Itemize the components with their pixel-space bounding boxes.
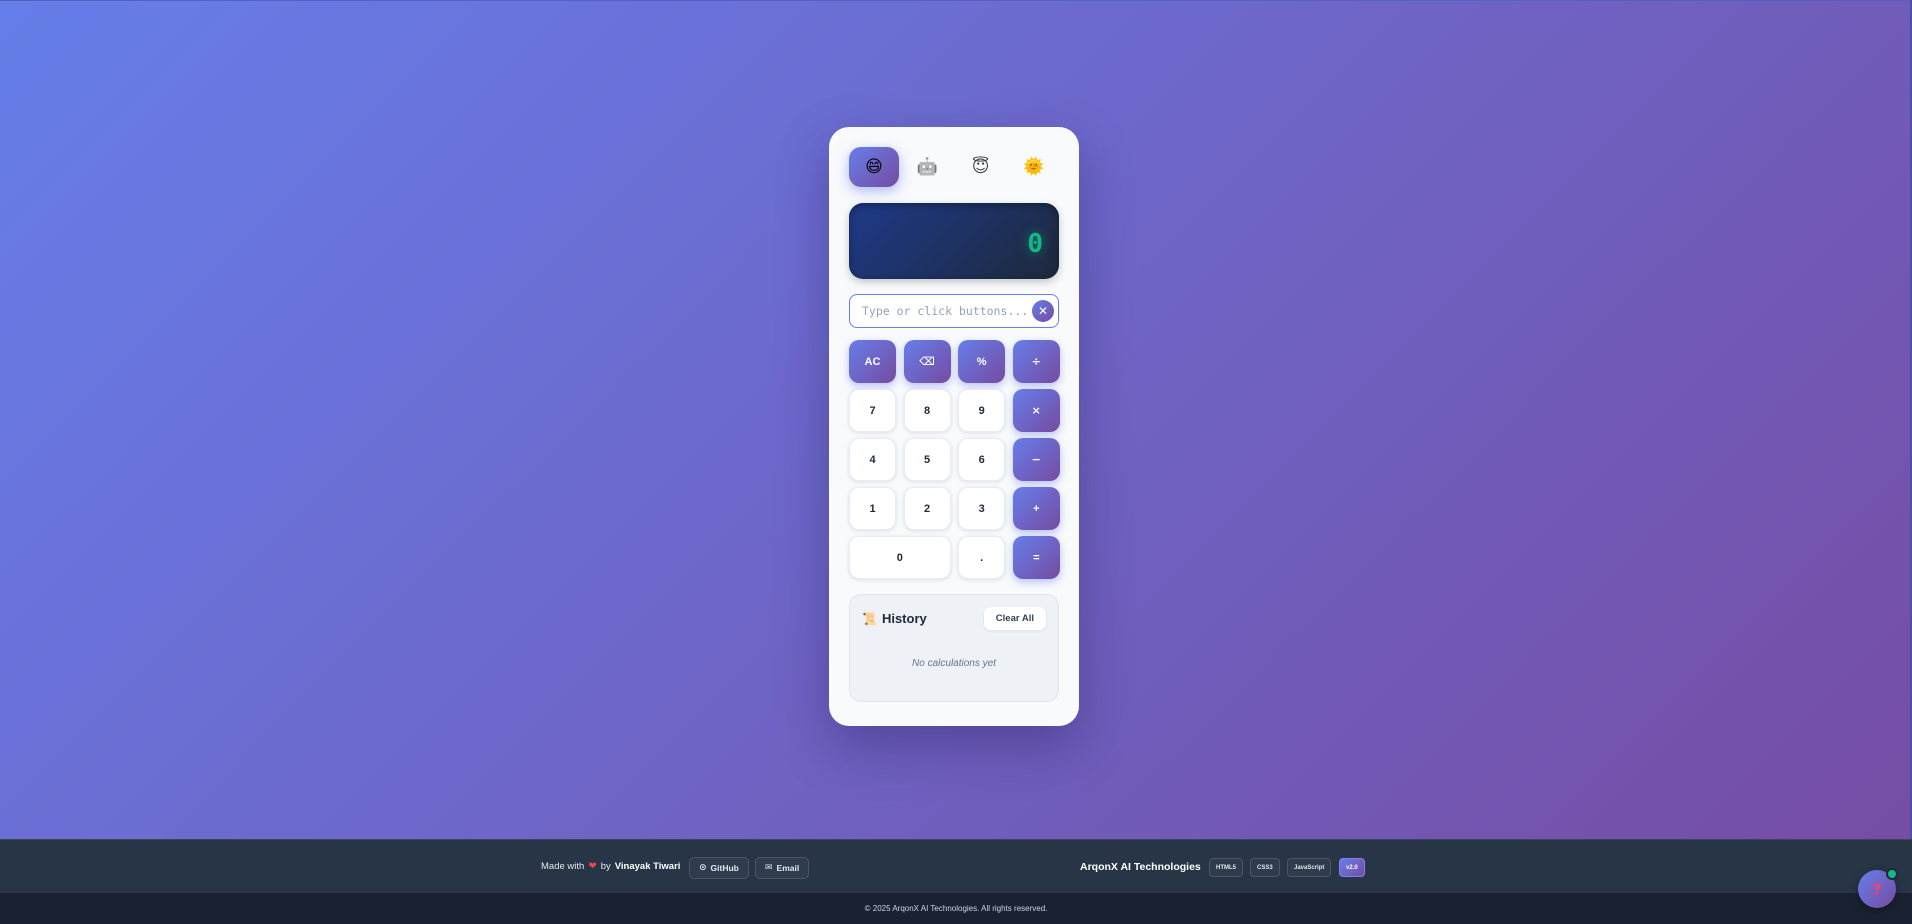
copyright-bar: © 2025 ArqonX AI Technologies. All right…	[0, 893, 1912, 924]
display-value: 0	[1027, 229, 1043, 259]
digit-4-button[interactable]: 4	[849, 438, 896, 481]
digit-7-button[interactable]: 7	[849, 389, 896, 432]
digit-9-button[interactable]: 9	[958, 389, 1006, 432]
by-text: by	[600, 861, 611, 872]
author-name: Vinayak Tiwari	[614, 861, 681, 872]
badge-html5: HTML5	[1209, 858, 1243, 877]
top-border	[0, 0, 1912, 1]
all-clear-button[interactable]: AC	[849, 340, 896, 383]
digit-5-button[interactable]: 5	[903, 438, 951, 481]
backspace-button[interactable]: ⌫	[903, 340, 951, 383]
digit-8-button[interactable]: 8	[903, 389, 951, 432]
theme-angel-button[interactable]: 😇	[956, 147, 1006, 187]
close-icon: ✕	[1037, 304, 1049, 318]
digit-0-button[interactable]: 0	[849, 536, 951, 579]
theme-happy-button[interactable]: 😄	[849, 147, 899, 187]
subtract-button[interactable]: −	[1012, 438, 1060, 481]
github-link[interactable]: ⊙ GitHub	[689, 857, 749, 879]
clear-history-button[interactable]: Clear All	[983, 607, 1046, 630]
history-header: 📜 History Clear All	[862, 607, 1046, 630]
heart-icon: ❤	[588, 861, 597, 872]
mail-icon: ✉	[765, 863, 773, 873]
decimal-button[interactable]: .	[958, 536, 1006, 579]
expression-input-wrapper: ✕	[849, 294, 1059, 328]
digit-1-button[interactable]: 1	[849, 487, 896, 530]
robot-icon: 🤖	[916, 157, 938, 177]
keypad: AC ⌫ % ÷ 7 8 9 × 4 5 6 − 1 2 3 + 0 . =	[849, 340, 1060, 579]
theme-robot-button[interactable]: 🤖	[902, 147, 952, 187]
github-label: GitHub	[710, 863, 739, 873]
question-mark-icon: ?	[1872, 879, 1882, 899]
digit-3-button[interactable]: 3	[958, 487, 1006, 530]
badge-css3: CSS3	[1250, 858, 1280, 877]
copyright-text: © 2025 ArqonX AI Technologies. All right…	[864, 904, 1048, 913]
history-title-group: 📜 History	[862, 611, 927, 626]
footer-bar	[0, 839, 1912, 893]
github-icon: ⊙	[699, 863, 707, 873]
result-display: 0	[849, 203, 1059, 279]
email-link[interactable]: ✉ Email	[755, 857, 810, 879]
online-status-dot	[1886, 868, 1898, 880]
divide-button[interactable]: ÷	[1012, 340, 1060, 383]
equals-button[interactable]: =	[1012, 536, 1060, 579]
multiply-button[interactable]: ×	[1012, 389, 1060, 432]
calculator-card: 😄 🤖 😇 🌞 0 ✕ AC ⌫ % ÷ 7 8 9 × 4 5 6 − 1 2…	[829, 127, 1079, 726]
theme-sun-button[interactable]: 🌞	[1009, 147, 1059, 187]
theme-selector: 😄 🤖 😇 🌞	[849, 147, 1059, 187]
digit-2-button[interactable]: 2	[903, 487, 951, 530]
angel-face-icon: 😇	[971, 157, 990, 177]
scroll-icon: 📜	[862, 611, 877, 626]
digit-6-button[interactable]: 6	[958, 438, 1006, 481]
email-label: Email	[776, 863, 800, 873]
history-title: History	[881, 611, 927, 626]
history-panel: 📜 History Clear All No calculations yet	[849, 594, 1059, 702]
company-name: ArqonX AI Technologies	[1080, 861, 1201, 873]
clear-input-button[interactable]: ✕	[1032, 300, 1054, 322]
history-empty-message: No calculations yet	[912, 658, 996, 669]
expression-input[interactable]	[862, 304, 1032, 318]
add-button[interactable]: +	[1012, 487, 1060, 530]
sun-face-icon: 🌞	[1023, 157, 1045, 177]
version-badge: v2.0	[1339, 858, 1365, 877]
happy-face-icon: 😄	[865, 157, 883, 177]
badge-javascript: JavaScript	[1287, 858, 1332, 877]
made-with-credit: Made with ❤ by Vinayak Tiwari	[541, 861, 680, 872]
percent-button[interactable]: %	[958, 340, 1006, 383]
made-with-text: Made with	[541, 861, 585, 872]
